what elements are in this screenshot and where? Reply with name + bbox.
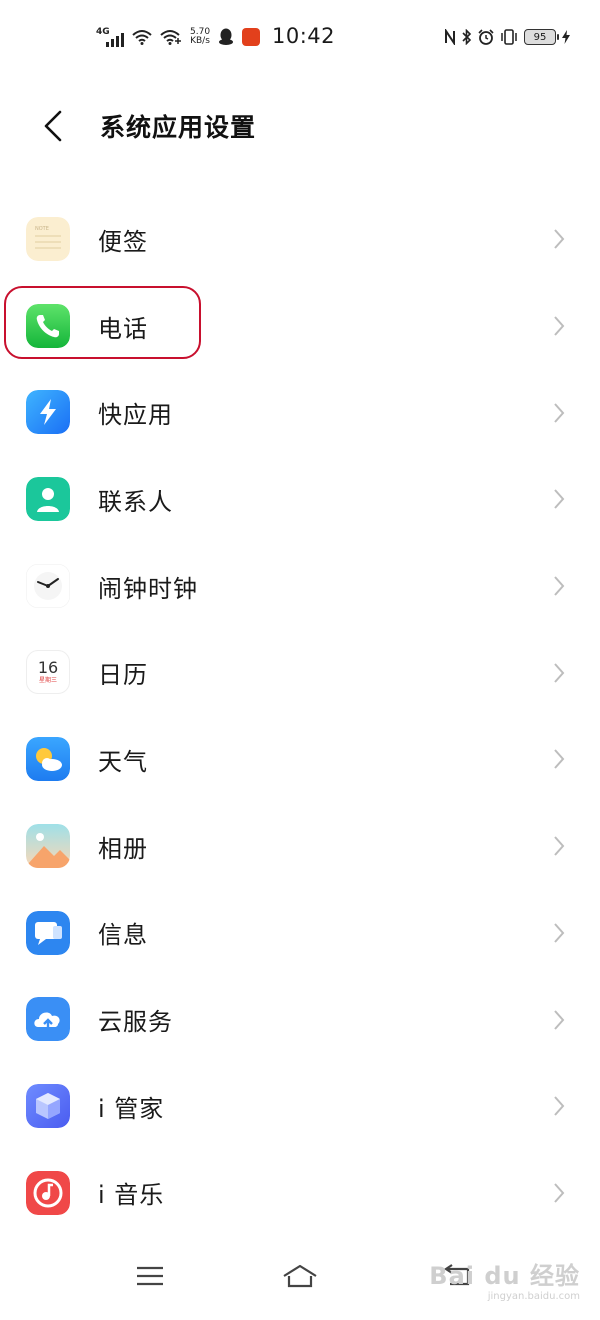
bluetooth-icon — [462, 29, 472, 45]
page-header: 系统应用设置 — [0, 90, 600, 162]
home-icon[interactable] — [280, 1256, 320, 1296]
notes-icon: NOTE — [26, 217, 70, 261]
navigation-bar: Bai du 经验 jingyan.baidu.com — [0, 1240, 600, 1320]
speed-unit: KB/s — [190, 36, 210, 46]
list-item-album[interactable]: 相册 — [0, 803, 600, 890]
messages-icon — [26, 910, 70, 955]
quick-app-icon — [26, 390, 70, 435]
list-item-cloud-service[interactable]: 云服务 — [0, 976, 600, 1063]
watermark-text: Bai du 经验 — [429, 1262, 580, 1290]
status-bar: 4G 5.70 KB/s 10:42 95 — [0, 0, 600, 74]
watermark-url: jingyan.baidu.com — [487, 1291, 580, 1302]
menu-icon[interactable] — [130, 1256, 170, 1296]
list-item-label: 闹钟时钟 — [98, 574, 198, 603]
alarm-icon — [478, 29, 494, 45]
list-item-label: i 音乐 — [98, 1181, 165, 1210]
chevron-right-icon — [554, 836, 565, 856]
chevron-right-icon — [554, 229, 565, 250]
calendar-day: 16 — [37, 657, 59, 677]
list-item-label: 云服务 — [98, 1008, 173, 1037]
charging-icon — [562, 30, 570, 44]
nfc-icon — [445, 29, 455, 45]
list-item-calendar[interactable]: 16 星期三 日历 — [0, 629, 600, 716]
highlight-annotation — [4, 286, 201, 359]
list-item-i-music[interactable]: i 音乐 — [0, 1150, 600, 1237]
cellular-signal-icon: 4G — [96, 27, 124, 47]
page-title: 系统应用设置 — [100, 113, 257, 142]
i-music-icon — [26, 1170, 70, 1215]
contacts-icon — [26, 477, 70, 522]
wifi-icon — [132, 30, 152, 45]
chevron-right-icon — [554, 576, 565, 596]
i-manager-icon — [26, 1083, 70, 1128]
list-item-weather[interactable]: 天气 — [0, 716, 600, 803]
status-right-icons: 95 — [444, 26, 570, 48]
list-item-notes[interactable]: NOTE 便签 — [0, 196, 600, 283]
qq-icon — [219, 28, 234, 45]
wifi-icon-2 — [160, 30, 181, 45]
chevron-right-icon — [554, 923, 565, 943]
list-item-clock[interactable]: 闹钟时钟 — [0, 543, 600, 630]
list-item-label: 联系人 — [98, 487, 173, 516]
watermark: Bai du 经验 jingyan.baidu.com — [429, 1256, 580, 1302]
chevron-right-icon — [554, 316, 565, 336]
chevron-right-icon — [554, 489, 565, 510]
status-left-icons: 4G 5.70 KB/s — [96, 24, 261, 50]
list-item-messages[interactable]: 信息 — [0, 890, 600, 977]
weather-icon — [26, 737, 70, 782]
cloud-service-icon — [26, 997, 70, 1042]
chevron-right-icon — [554, 663, 565, 683]
list-item-label: 天气 — [98, 747, 148, 776]
list-item-i-manager[interactable]: i 管家 — [0, 1063, 600, 1150]
list-item-label: 便签 — [98, 227, 148, 256]
calendar-icon: 16 星期三 — [26, 650, 70, 695]
status-time: 10:42 — [272, 24, 336, 48]
album-icon — [26, 823, 70, 868]
chevron-right-icon — [554, 403, 565, 423]
list-item-label: 相册 — [98, 834, 148, 863]
list-item-contacts[interactable]: 联系人 — [0, 456, 600, 543]
calendar-weekday: 星期三 — [38, 676, 57, 684]
chevron-right-icon — [554, 1096, 565, 1116]
chevron-right-icon — [554, 749, 565, 770]
list-item-label: 日历 — [98, 661, 148, 690]
clock-icon — [26, 563, 70, 608]
vibrate-icon — [501, 29, 517, 45]
svg-text:NOTE: NOTE — [35, 226, 49, 232]
list-item-label: 信息 — [98, 921, 148, 950]
chevron-right-icon — [554, 1183, 565, 1203]
chevron-left-icon[interactable] — [38, 108, 70, 144]
chevron-right-icon — [554, 1009, 565, 1030]
list-item-label: 快应用 — [98, 401, 173, 430]
battery-icon: 95 — [524, 29, 559, 45]
list-item-quick-app[interactable]: 快应用 — [0, 369, 600, 456]
network-speed: 5.70 KB/s — [190, 28, 210, 46]
app-notification-icon — [242, 28, 261, 46]
list-item-label: i 管家 — [98, 1094, 165, 1123]
